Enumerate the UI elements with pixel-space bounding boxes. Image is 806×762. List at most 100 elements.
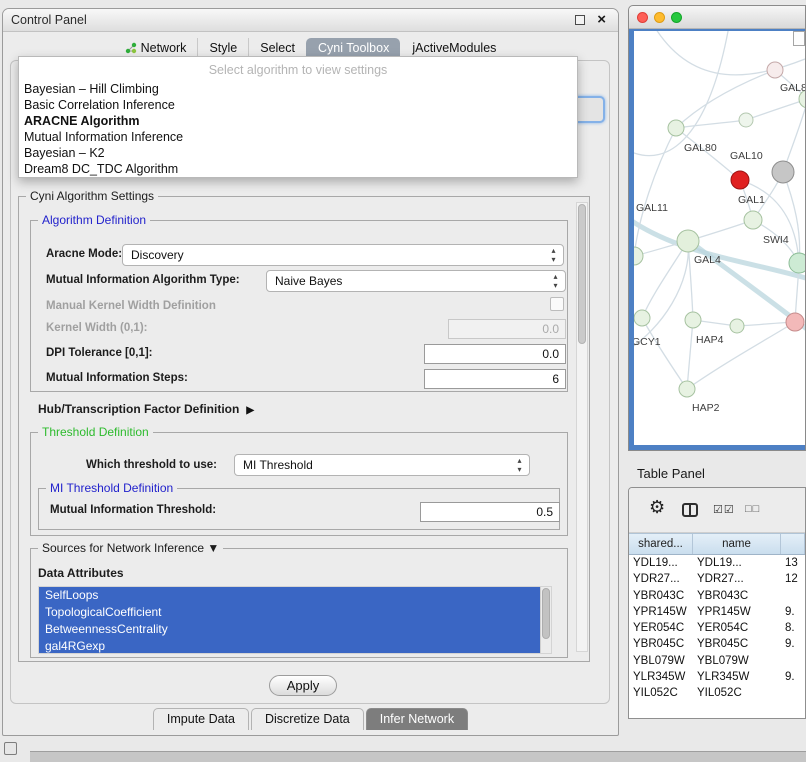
aracne-mode-combobox[interactable]: Discovery ▴▾ xyxy=(122,244,564,266)
network-canvas[interactable]: GAL8GAL80GAL10GAL11GAL1SWI4GAL4GCY1HAP4H… xyxy=(634,31,805,445)
columns-icon[interactable] xyxy=(682,503,698,517)
hub-section-toggle[interactable]: Hub/Transcription Factor Definition▶ xyxy=(38,402,254,416)
network-edge[interactable] xyxy=(676,120,746,128)
network-icon xyxy=(125,42,137,54)
network-node[interactable] xyxy=(786,313,804,331)
network-node[interactable] xyxy=(634,247,643,265)
settings-scrollbar[interactable] xyxy=(576,202,588,652)
algorithm-option[interactable]: Basic Correlation Inference xyxy=(19,97,577,113)
network-node[interactable] xyxy=(730,319,744,333)
scrollbar-thumb[interactable] xyxy=(542,588,550,639)
algorithm-dropdown-popup: Select algorithm to view settings Bayesi… xyxy=(18,56,578,178)
panel-dock-icon[interactable] xyxy=(4,742,17,755)
list-scrollbar[interactable] xyxy=(540,587,551,653)
table-row[interactable]: YIL052CYIL052C xyxy=(629,685,805,701)
attribute-item[interactable]: SelfLoops xyxy=(39,587,551,604)
network-node[interactable] xyxy=(668,120,684,136)
mi-threshold-label: Mutual Information Threshold: xyxy=(50,504,216,516)
which-threshold-combobox[interactable]: MI Threshold ▴▾ xyxy=(234,454,530,476)
scroll-corner-widget[interactable] xyxy=(793,31,805,46)
node-label: HAP4 xyxy=(696,334,724,346)
network-node[interactable] xyxy=(767,62,783,78)
algorithm-option[interactable]: ARACNE Algorithm xyxy=(19,113,577,129)
data-attributes-label: Data Attributes xyxy=(38,566,124,580)
column-header[interactable] xyxy=(781,534,805,554)
network-node[interactable] xyxy=(677,230,699,252)
scrollbar-thumb[interactable] xyxy=(578,204,586,344)
algorithm-option[interactable]: Dream8 DC_TDC Algorithm xyxy=(19,161,577,177)
table-row[interactable]: YER054CYER054C8. xyxy=(629,620,805,636)
table-toolbar: ⚙ ☑☑ □□ xyxy=(629,488,805,533)
threshold-definition-title: Threshold Definition xyxy=(38,425,153,439)
algorithm-option[interactable]: Bayesian – Hill Climbing xyxy=(19,81,577,97)
combobox-stepper-icon[interactable]: ▴▾ xyxy=(548,246,559,264)
table-panel-title: Table Panel xyxy=(637,466,705,481)
kernel-width-field[interactable]: 0.0 xyxy=(448,319,566,339)
table-row[interactable]: YBL079WYBL079W xyxy=(629,653,805,669)
table-row[interactable]: YBR043CYBR043C xyxy=(629,588,805,604)
network-titlebar[interactable] xyxy=(629,6,805,29)
network-edge[interactable] xyxy=(642,318,687,389)
table-row[interactable]: YPR145WYPR145W9. xyxy=(629,604,805,620)
network-edge[interactable] xyxy=(676,70,775,128)
mi-steps-field[interactable]: 6 xyxy=(424,369,566,389)
table-panel-window: ⚙ ☑☑ □□ shared...name YDL19...YDL19...13… xyxy=(628,487,806,719)
zoom-traffic-light[interactable] xyxy=(671,12,682,23)
gear-icon[interactable]: ⚙ xyxy=(649,497,665,518)
mi-steps-label: Mutual Information Steps: xyxy=(46,372,188,384)
combobox-stepper-icon[interactable]: ▴▾ xyxy=(514,456,525,474)
tab-infer-network[interactable]: Infer Network xyxy=(366,708,468,730)
collapsed-arrow-icon[interactable]: ▶ xyxy=(246,405,254,416)
network-node[interactable] xyxy=(739,113,753,127)
column-header[interactable]: name xyxy=(693,534,781,554)
network-node[interactable] xyxy=(731,171,749,189)
network-node[interactable] xyxy=(685,312,701,328)
network-edge[interactable] xyxy=(634,31,729,156)
mi-threshold-field[interactable]: 0.5 xyxy=(420,502,560,522)
dpi-tolerance-field[interactable]: 0.0 xyxy=(424,344,566,364)
column-header[interactable]: shared... xyxy=(629,534,693,554)
data-attributes-list[interactable]: SelfLoopsTopologicalCoefficientBetweenne… xyxy=(38,586,552,654)
tab-discretize-data[interactable]: Discretize Data xyxy=(251,708,364,730)
sources-toggle[interactable]: Sources for Network Inference ▼ xyxy=(38,541,223,555)
minimize-traffic-light[interactable] xyxy=(654,12,665,23)
attribute-item[interactable]: BetweennessCentrality xyxy=(39,621,551,638)
attribute-item[interactable]: TopologicalCoefficient xyxy=(39,604,551,621)
minimize-icon[interactable] xyxy=(575,15,585,25)
titlebar[interactable]: Control Panel × xyxy=(3,9,618,32)
dropdown-placeholder: Select algorithm to view settings xyxy=(19,57,577,81)
network-frame: GAL8GAL80GAL10GAL11GAL1SWI4GAL4GCY1HAP4H… xyxy=(629,29,805,450)
network-node[interactable] xyxy=(744,211,762,229)
manual-kernel-checkbox[interactable] xyxy=(550,297,564,311)
table-row[interactable]: YBR045CYBR045C9. xyxy=(629,636,805,652)
network-node[interactable] xyxy=(772,161,794,183)
apply-button[interactable]: Apply xyxy=(269,675,337,696)
algorithm-option[interactable]: Bayesian – K2 xyxy=(19,145,577,161)
node-label: GAL8 xyxy=(780,82,805,94)
expanded-arrow-icon[interactable]: ▼ xyxy=(207,541,219,555)
network-view-window: GAL8GAL80GAL10GAL11GAL1SWI4GAL4GCY1HAP4H… xyxy=(628,5,806,451)
select-all-icon[interactable]: ☑☑ xyxy=(713,503,735,516)
combobox-stepper-icon[interactable]: ▴▾ xyxy=(550,272,561,290)
table-body: YDL19...YDL19...13YDR27...YDR27...12YBR0… xyxy=(629,555,805,718)
network-graph[interactable]: GAL8GAL80GAL10GAL11GAL1SWI4GAL4GCY1HAP4H… xyxy=(634,31,805,445)
deselect-all-icon[interactable]: □□ xyxy=(745,503,760,515)
table-row[interactable]: YLR345WYLR345W9. xyxy=(629,669,805,685)
kernel-width-label: Kernel Width (0,1): xyxy=(46,322,147,334)
algorithm-option[interactable]: Mutual Information Inference xyxy=(19,129,577,145)
table-row[interactable]: YDR27...YDR27...12 xyxy=(629,571,805,587)
network-edge[interactable] xyxy=(746,99,805,120)
network-node[interactable] xyxy=(634,310,650,326)
tab-impute-data[interactable]: Impute Data xyxy=(153,708,249,730)
network-node[interactable] xyxy=(789,253,805,273)
network-edge[interactable] xyxy=(634,217,805,279)
node-label: GCY1 xyxy=(634,336,661,348)
node-label: GAL11 xyxy=(636,202,668,214)
network-edge[interactable] xyxy=(687,320,693,389)
mi-type-combobox[interactable]: Naive Bayes ▴▾ xyxy=(266,270,566,292)
close-icon[interactable]: × xyxy=(597,11,606,28)
attribute-item[interactable]: gal4RGexp xyxy=(39,638,551,654)
network-node[interactable] xyxy=(679,381,695,397)
close-traffic-light[interactable] xyxy=(637,12,648,23)
table-row[interactable]: YDL19...YDL19...13 xyxy=(629,555,805,571)
